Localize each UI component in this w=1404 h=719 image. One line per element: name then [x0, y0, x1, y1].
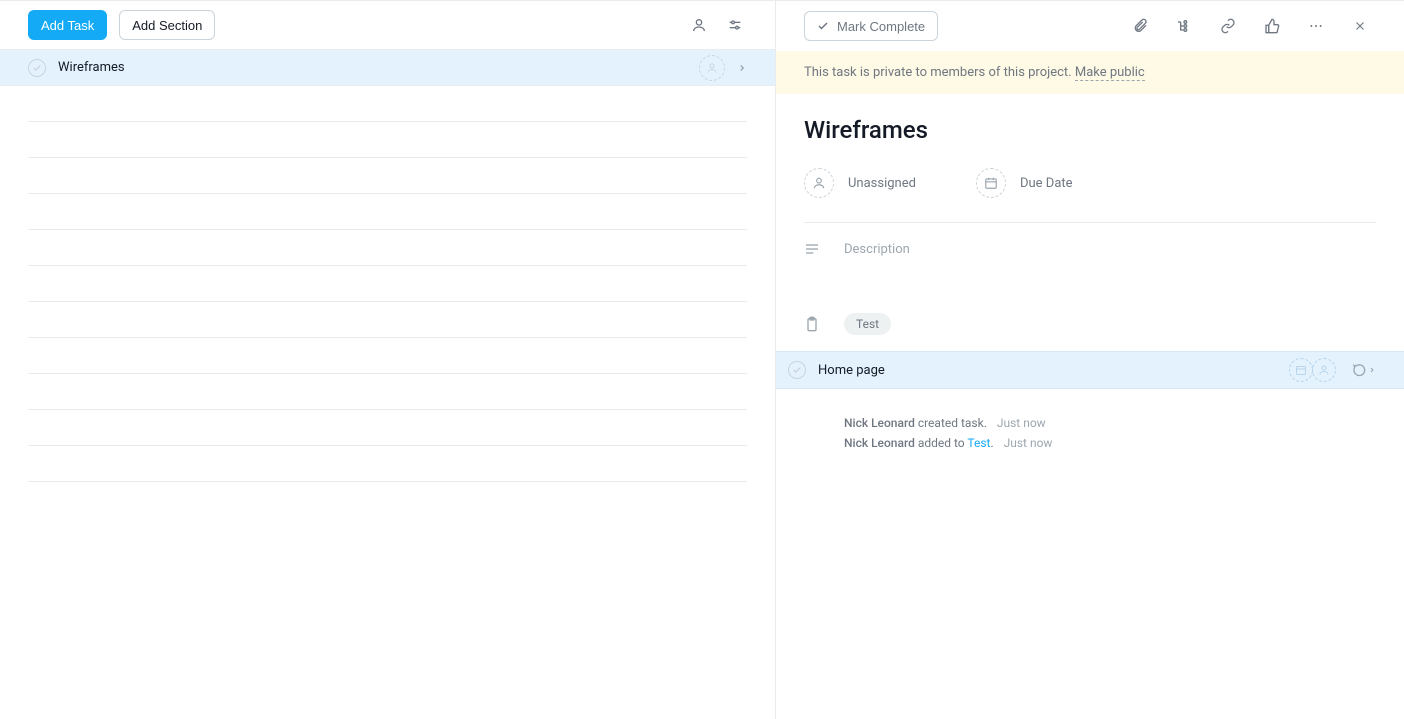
add-task-button[interactable]: Add Task — [28, 10, 107, 40]
project-tag[interactable]: Test — [844, 313, 891, 335]
make-public-link[interactable]: Make public — [1075, 65, 1145, 81]
description-placeholder: Description — [844, 242, 910, 257]
activity-log: Nick Leonard created task. Just now Nick … — [804, 413, 1376, 454]
meta-row: Unassigned Due Date — [804, 168, 1376, 223]
filter-icon[interactable] — [723, 13, 747, 37]
due-date-field[interactable]: Due Date — [976, 168, 1073, 198]
task-detail-panel: Mark Complete This task is priv — [776, 0, 1404, 719]
activity-action: added to — [915, 436, 968, 450]
subtask-actions — [1289, 358, 1376, 382]
activity-actor: Nick Leonard — [844, 436, 915, 450]
blank-row[interactable] — [28, 410, 747, 446]
blank-row[interactable] — [28, 158, 747, 194]
mark-complete-label: Mark Complete — [837, 19, 925, 34]
activity-entry: Nick Leonard created task. Just now — [844, 413, 1376, 433]
left-toolbar: Add Task Add Section — [0, 0, 775, 50]
privacy-banner: This task is private to members of this … — [776, 51, 1404, 94]
mark-complete-button[interactable]: Mark Complete — [804, 11, 938, 41]
assign-icon[interactable] — [699, 55, 725, 81]
activity-suffix: . — [990, 436, 993, 450]
more-icon[interactable] — [1300, 10, 1332, 42]
blank-row[interactable] — [28, 374, 747, 410]
attachment-icon[interactable] — [1124, 10, 1156, 42]
task-list: Wireframes — [0, 50, 775, 719]
blank-row[interactable] — [28, 338, 747, 374]
activity-entry: Nick Leonard added to Test. Just now — [844, 433, 1376, 453]
link-icon[interactable] — [1212, 10, 1244, 42]
activity-project-link[interactable]: Test — [967, 436, 990, 450]
activity-time: Just now — [997, 416, 1046, 430]
detail-body: Wireframes Unassigned Due Date — [776, 94, 1404, 454]
activity-actor: Nick Leonard — [844, 416, 915, 430]
comment-icon[interactable] — [1352, 362, 1376, 378]
task-title[interactable]: Wireframes — [804, 116, 1376, 144]
subtask-name: Home page — [818, 363, 1277, 378]
task-name: Wireframes — [58, 60, 687, 75]
subtask-row[interactable]: Home page — [776, 351, 1404, 389]
activity-action: created task. — [915, 416, 987, 430]
blank-row[interactable] — [28, 446, 747, 482]
subtasks-icon[interactable] — [1168, 10, 1200, 42]
blank-row[interactable] — [28, 86, 747, 122]
person-icon — [804, 168, 834, 198]
assignee-label: Unassigned — [848, 176, 916, 191]
description-field[interactable]: Description — [804, 241, 1376, 257]
privacy-text: This task is private to members of this … — [804, 65, 1075, 80]
clipboard-icon — [804, 316, 820, 332]
activity-time: Just now — [1004, 436, 1053, 450]
calendar-icon — [976, 168, 1006, 198]
add-section-button[interactable]: Add Section — [119, 10, 215, 40]
blank-row[interactable] — [28, 194, 747, 230]
blank-row[interactable] — [28, 302, 747, 338]
check-circle-icon[interactable] — [28, 59, 46, 77]
check-circle-icon[interactable] — [788, 361, 806, 379]
task-list-panel: Add Task Add Section Wireframes — [0, 0, 776, 719]
like-icon[interactable] — [1256, 10, 1288, 42]
close-icon[interactable] — [1344, 10, 1376, 42]
description-icon — [804, 241, 820, 257]
blank-row[interactable] — [28, 266, 747, 302]
person-icon[interactable] — [1312, 358, 1336, 382]
task-row[interactable]: Wireframes — [0, 50, 775, 86]
calendar-icon[interactable] — [1289, 358, 1313, 382]
project-tag-row: Test — [804, 313, 1376, 335]
blank-row[interactable] — [28, 122, 747, 158]
chevron-right-icon — [737, 63, 747, 73]
assignee-field[interactable]: Unassigned — [804, 168, 916, 198]
due-date-label: Due Date — [1020, 176, 1073, 191]
person-icon[interactable] — [687, 13, 711, 37]
right-toolbar: Mark Complete — [776, 1, 1404, 51]
blank-row[interactable] — [28, 230, 747, 266]
